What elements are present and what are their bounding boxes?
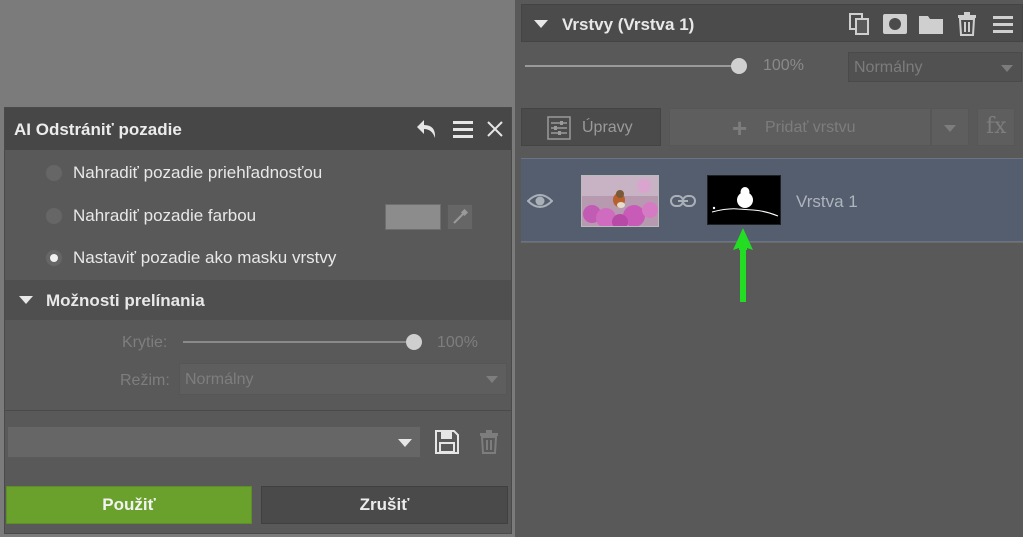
- chevron-down-icon: [944, 125, 956, 132]
- blending-options-header[interactable]: Možnosti prelínania: [5, 280, 511, 320]
- blend-mode-select[interactable]: Normálny: [848, 52, 1022, 82]
- adjustments-button-label: Úpravy: [582, 119, 633, 136]
- opacity-slider-handle[interactable]: [406, 334, 422, 350]
- opacity-value: 100%: [437, 334, 478, 351]
- chevron-down-icon: [398, 439, 412, 447]
- option-transparency[interactable]: Nahradiť pozadie priehľadnosťou: [45, 158, 322, 188]
- section-title: Možnosti prelínania: [46, 291, 205, 310]
- cancel-button[interactable]: Zrušiť: [261, 486, 508, 524]
- opacity-slider[interactable]: [183, 341, 413, 343]
- duplicate-layer-icon[interactable]: [846, 12, 872, 36]
- fx-icon: fx: [986, 114, 1007, 139]
- option-label: Nastaviť pozadie ako masku vrstvy: [73, 248, 337, 267]
- add-layer-dropdown-button[interactable]: [931, 108, 969, 146]
- eye-icon[interactable]: [526, 192, 554, 215]
- layer-opacity-slider-handle[interactable]: [731, 58, 747, 74]
- annotation-arrow-icon: [733, 228, 753, 309]
- add-layer-button-label: Pridať vrstvu: [765, 119, 856, 136]
- divider: [5, 410, 511, 411]
- layer-opacity-value: 100%: [763, 57, 804, 74]
- mode-value: Normálny: [185, 371, 254, 388]
- layer-mask-thumbnail[interactable]: [707, 175, 781, 225]
- add-layer-button[interactable]: + Pridať vrstvu: [669, 108, 931, 146]
- option-label: Nahradiť pozadie priehľadnosťou: [73, 163, 323, 182]
- eyedropper-icon[interactable]: [447, 204, 473, 230]
- adjustments-button[interactable]: Úpravy: [521, 108, 661, 146]
- chevron-down-icon: [486, 376, 498, 383]
- layers-panel: Vrstvy (Vrstva 1) 100% Normálny Úpravy +…: [515, 0, 1023, 537]
- menu-icon[interactable]: [990, 12, 1016, 36]
- close-icon[interactable]: [487, 121, 503, 142]
- dialog-header: AI Odstrániť pozadie: [5, 108, 511, 150]
- layer-row[interactable]: Vrstva 1: [521, 158, 1023, 242]
- layer-opacity-slider[interactable]: [525, 65, 739, 67]
- collapse-triangle-icon[interactable]: [19, 296, 33, 304]
- save-preset-icon[interactable]: [435, 430, 459, 459]
- opacity-label: Krytie:: [122, 334, 168, 351]
- layers-panel-header[interactable]: Vrstvy (Vrstva 1): [521, 4, 1023, 42]
- link-icon[interactable]: [670, 194, 696, 213]
- delete-preset-icon[interactable]: [479, 430, 499, 459]
- layer-thumbnail[interactable]: [581, 175, 659, 227]
- undo-icon[interactable]: [415, 117, 439, 146]
- option-label: Nahradiť pozadie farbou: [73, 206, 257, 225]
- layer-name: Vrstva 1: [796, 192, 858, 211]
- folder-icon[interactable]: [918, 12, 944, 36]
- radio-button-selected[interactable]: [45, 249, 63, 267]
- radio-button[interactable]: [45, 207, 63, 225]
- radio-button[interactable]: [45, 164, 63, 182]
- mode-select[interactable]: Normálny: [179, 363, 507, 395]
- apply-button[interactable]: Použiť: [6, 486, 252, 524]
- layer-opacity-row: 100% Normálny: [521, 44, 1023, 88]
- option-color[interactable]: Nahradiť pozadie farbou: [45, 201, 256, 231]
- collapse-triangle-icon[interactable]: [534, 20, 548, 28]
- option-layer-mask[interactable]: Nastaviť pozadie ako masku vrstvy: [45, 243, 336, 273]
- add-mask-icon[interactable]: [882, 12, 908, 36]
- mode-label: Režim:: [120, 372, 170, 389]
- remove-background-dialog: AI Odstrániť pozadie Nahradiť pozadie pr…: [4, 107, 512, 534]
- delete-layer-icon[interactable]: [954, 12, 980, 36]
- blend-mode-value: Normálny: [854, 59, 923, 76]
- divider: [521, 242, 1023, 243]
- plus-icon: +: [732, 113, 748, 143]
- chevron-down-icon: [1001, 65, 1013, 72]
- layers-panel-title: Vrstvy (Vrstva 1): [562, 15, 695, 34]
- sliders-icon: [547, 116, 571, 145]
- dialog-title: AI Odstrániť pozadie: [14, 120, 182, 139]
- menu-icon[interactable]: [453, 119, 473, 144]
- layer-effects-button[interactable]: fx: [977, 108, 1015, 146]
- preset-select[interactable]: [7, 426, 421, 458]
- color-swatch[interactable]: [385, 204, 441, 230]
